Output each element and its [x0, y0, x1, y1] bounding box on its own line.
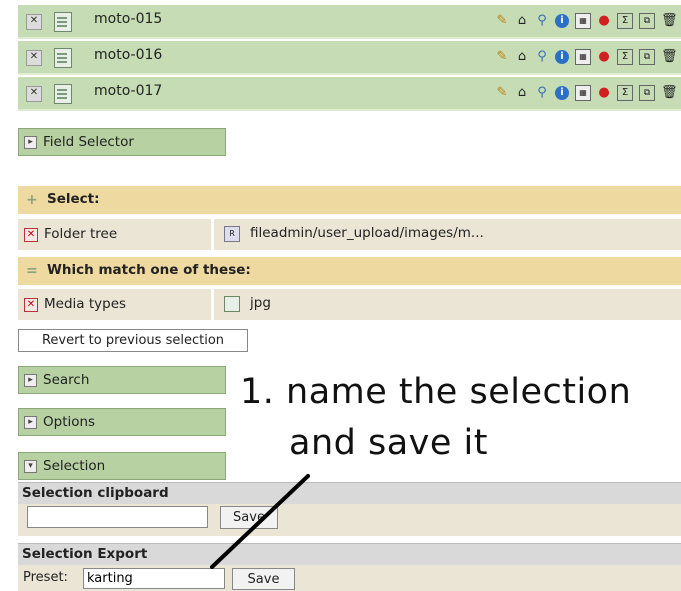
- delete-red-icon[interactable]: ●: [597, 14, 611, 28]
- trash-icon[interactable]: 🗑: [661, 86, 678, 100]
- delete-red-icon[interactable]: ●: [597, 50, 611, 64]
- select-header-text: Select:: [47, 191, 100, 207]
- copy-icon[interactable]: ⧉: [639, 85, 655, 101]
- selection-tab[interactable]: ▾ Selection: [18, 452, 226, 480]
- remove-icon[interactable]: ✕: [24, 228, 38, 242]
- field-selector-label: Field Selector: [43, 134, 134, 150]
- options-tab[interactable]: ▸ Options: [18, 408, 226, 436]
- zoom-icon[interactable]: ⚲: [535, 50, 549, 64]
- row-actions: ✎ ⌂ ⚲ i ▦ ● Σ ⧉ 🗑: [495, 85, 678, 101]
- file-type-icon: [224, 296, 240, 312]
- remove-checkbox-icon[interactable]: ✕: [26, 14, 42, 30]
- delete-red-icon[interactable]: ●: [597, 86, 611, 100]
- file-icon: [54, 84, 72, 104]
- plus-icon[interactable]: +: [26, 192, 38, 208]
- clipboard-header-text: Selection clipboard: [22, 485, 169, 501]
- calendar-icon[interactable]: ▦: [575, 13, 591, 29]
- info-icon[interactable]: i: [555, 50, 569, 64]
- export-header-text: Selection Export: [22, 546, 148, 562]
- expand-icon: ▸: [24, 374, 37, 387]
- clipboard-input[interactable]: [27, 506, 208, 528]
- info-icon[interactable]: i: [555, 14, 569, 28]
- sum-icon[interactable]: Σ: [617, 13, 633, 29]
- file-name[interactable]: moto-016: [94, 47, 162, 63]
- info-icon[interactable]: i: [555, 86, 569, 100]
- edit-icon[interactable]: ✎: [495, 14, 509, 28]
- expand-icon: ▸: [24, 416, 37, 429]
- folder-tree-cell: ✕ Folder tree: [18, 219, 214, 250]
- copy-icon[interactable]: ⧉: [639, 49, 655, 65]
- export-header: Selection Export: [18, 543, 681, 565]
- row-actions: ✎ ⌂ ⚲ i ▦ ● Σ ⧉ 🗑: [495, 49, 678, 65]
- media-types-row: ✕ Media types jpg: [18, 289, 681, 320]
- file-icon: [54, 12, 72, 32]
- tag-icon[interactable]: ⌂: [515, 14, 529, 28]
- trash-icon[interactable]: 🗑: [661, 14, 678, 28]
- file-name[interactable]: moto-015: [94, 11, 162, 27]
- calendar-icon[interactable]: ▦: [575, 49, 591, 65]
- sum-icon[interactable]: Σ: [617, 85, 633, 101]
- file-row[interactable]: ✕ moto-015 ✎ ⌂ ⚲ i ▦ ● Σ ⧉ 🗑: [18, 5, 681, 39]
- media-types-value: jpg: [250, 295, 271, 311]
- equals-icon[interactable]: =: [26, 263, 38, 279]
- file-row[interactable]: ✕ moto-016 ✎ ⌂ ⚲ i ▦ ● Σ ⧉ 🗑: [18, 41, 681, 75]
- file-icon: [54, 48, 72, 68]
- zoom-icon[interactable]: ⚲: [535, 86, 549, 100]
- export-save-button[interactable]: Save: [232, 568, 295, 590]
- search-tab-label: Search: [43, 372, 90, 388]
- collapse-icon: ▾: [24, 460, 37, 473]
- options-tab-label: Options: [43, 414, 96, 430]
- expand-icon: ▸: [24, 136, 37, 149]
- media-types-cell: ✕ Media types: [18, 289, 214, 320]
- file-row[interactable]: ✕ moto-017 ✎ ⌂ ⚲ i ▦ ● Σ ⧉ 🗑: [18, 77, 681, 111]
- match-header: = Which match one of these:: [18, 257, 681, 285]
- field-selector-tab[interactable]: ▸ Field Selector: [18, 128, 226, 156]
- tag-icon[interactable]: ⌂: [515, 50, 529, 64]
- edit-icon[interactable]: ✎: [495, 86, 509, 100]
- folder-tree-label: Folder tree: [44, 226, 118, 242]
- zoom-icon[interactable]: ⚲: [535, 14, 549, 28]
- revert-button[interactable]: Revert to previous selection: [18, 329, 248, 352]
- match-header-text: Which match one of these:: [47, 262, 251, 278]
- annotation-line-1: 1. name the selection: [240, 372, 632, 412]
- remove-checkbox-icon[interactable]: ✕: [26, 86, 42, 102]
- preset-label: Preset:: [23, 570, 68, 585]
- copy-icon[interactable]: ⧉: [639, 13, 655, 29]
- clipboard-save-button[interactable]: Save: [220, 506, 278, 529]
- folder-tree-value: fileadmin/user_upload/images/m...: [250, 225, 484, 241]
- media-types-label: Media types: [44, 296, 127, 312]
- calendar-icon[interactable]: ▦: [575, 85, 591, 101]
- clipboard-header: Selection clipboard: [18, 482, 681, 504]
- trash-icon[interactable]: 🗑: [661, 50, 678, 64]
- folder-icon: R: [224, 226, 240, 242]
- row-actions: ✎ ⌂ ⚲ i ▦ ● Σ ⧉ 🗑: [495, 13, 678, 29]
- preset-input[interactable]: [83, 568, 225, 589]
- select-header: + Select:: [18, 186, 681, 214]
- tag-icon[interactable]: ⌂: [515, 86, 529, 100]
- remove-checkbox-icon[interactable]: ✕: [26, 50, 42, 66]
- sum-icon[interactable]: Σ: [617, 49, 633, 65]
- search-tab[interactable]: ▸ Search: [18, 366, 226, 394]
- file-name[interactable]: moto-017: [94, 83, 162, 99]
- remove-icon[interactable]: ✕: [24, 298, 38, 312]
- edit-icon[interactable]: ✎: [495, 50, 509, 64]
- folder-tree-row: ✕ Folder tree R fileadmin/user_upload/im…: [18, 219, 681, 250]
- selection-tab-label: Selection: [43, 458, 106, 474]
- annotation-line-2: and save it: [289, 423, 488, 463]
